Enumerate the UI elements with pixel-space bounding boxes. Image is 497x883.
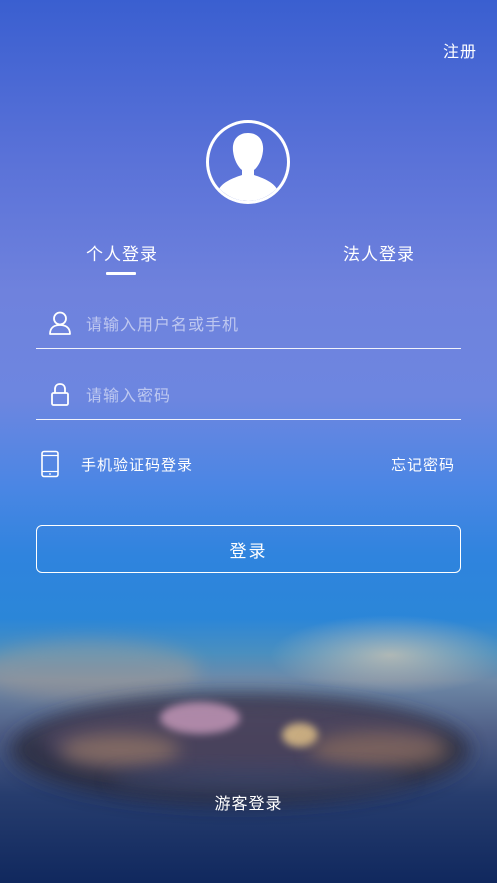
password-field <box>36 373 461 420</box>
avatar-silhouette <box>219 133 277 201</box>
password-input[interactable] <box>84 379 448 411</box>
active-tab-indicator <box>106 272 136 275</box>
phone-icon <box>41 450 59 478</box>
lock-icon <box>51 383 69 406</box>
login-button-label: 登录 <box>229 541 268 562</box>
forgot-password-link[interactable]: 忘记密码 <box>391 454 455 475</box>
tab-personal-login[interactable]: 个人登录 <box>86 240 158 265</box>
username-input[interactable] <box>84 308 448 340</box>
register-link[interactable]: 注册 <box>443 38 477 62</box>
login-button[interactable]: 登录 <box>36 525 461 573</box>
guest-login-link[interactable]: 游客登录 <box>0 790 497 814</box>
city-background-image <box>0 615 497 805</box>
sms-login-label: 手机验证码登录 <box>81 456 194 474</box>
login-screen: 注册 个人登录 法人登录 手机验证码登录 忘记密码 登录 游 <box>0 0 497 883</box>
user-avatar-icon <box>206 120 290 204</box>
user-icon <box>49 311 71 335</box>
tab-legal-login[interactable]: 法人登录 <box>343 240 415 265</box>
username-field <box>36 302 461 349</box>
